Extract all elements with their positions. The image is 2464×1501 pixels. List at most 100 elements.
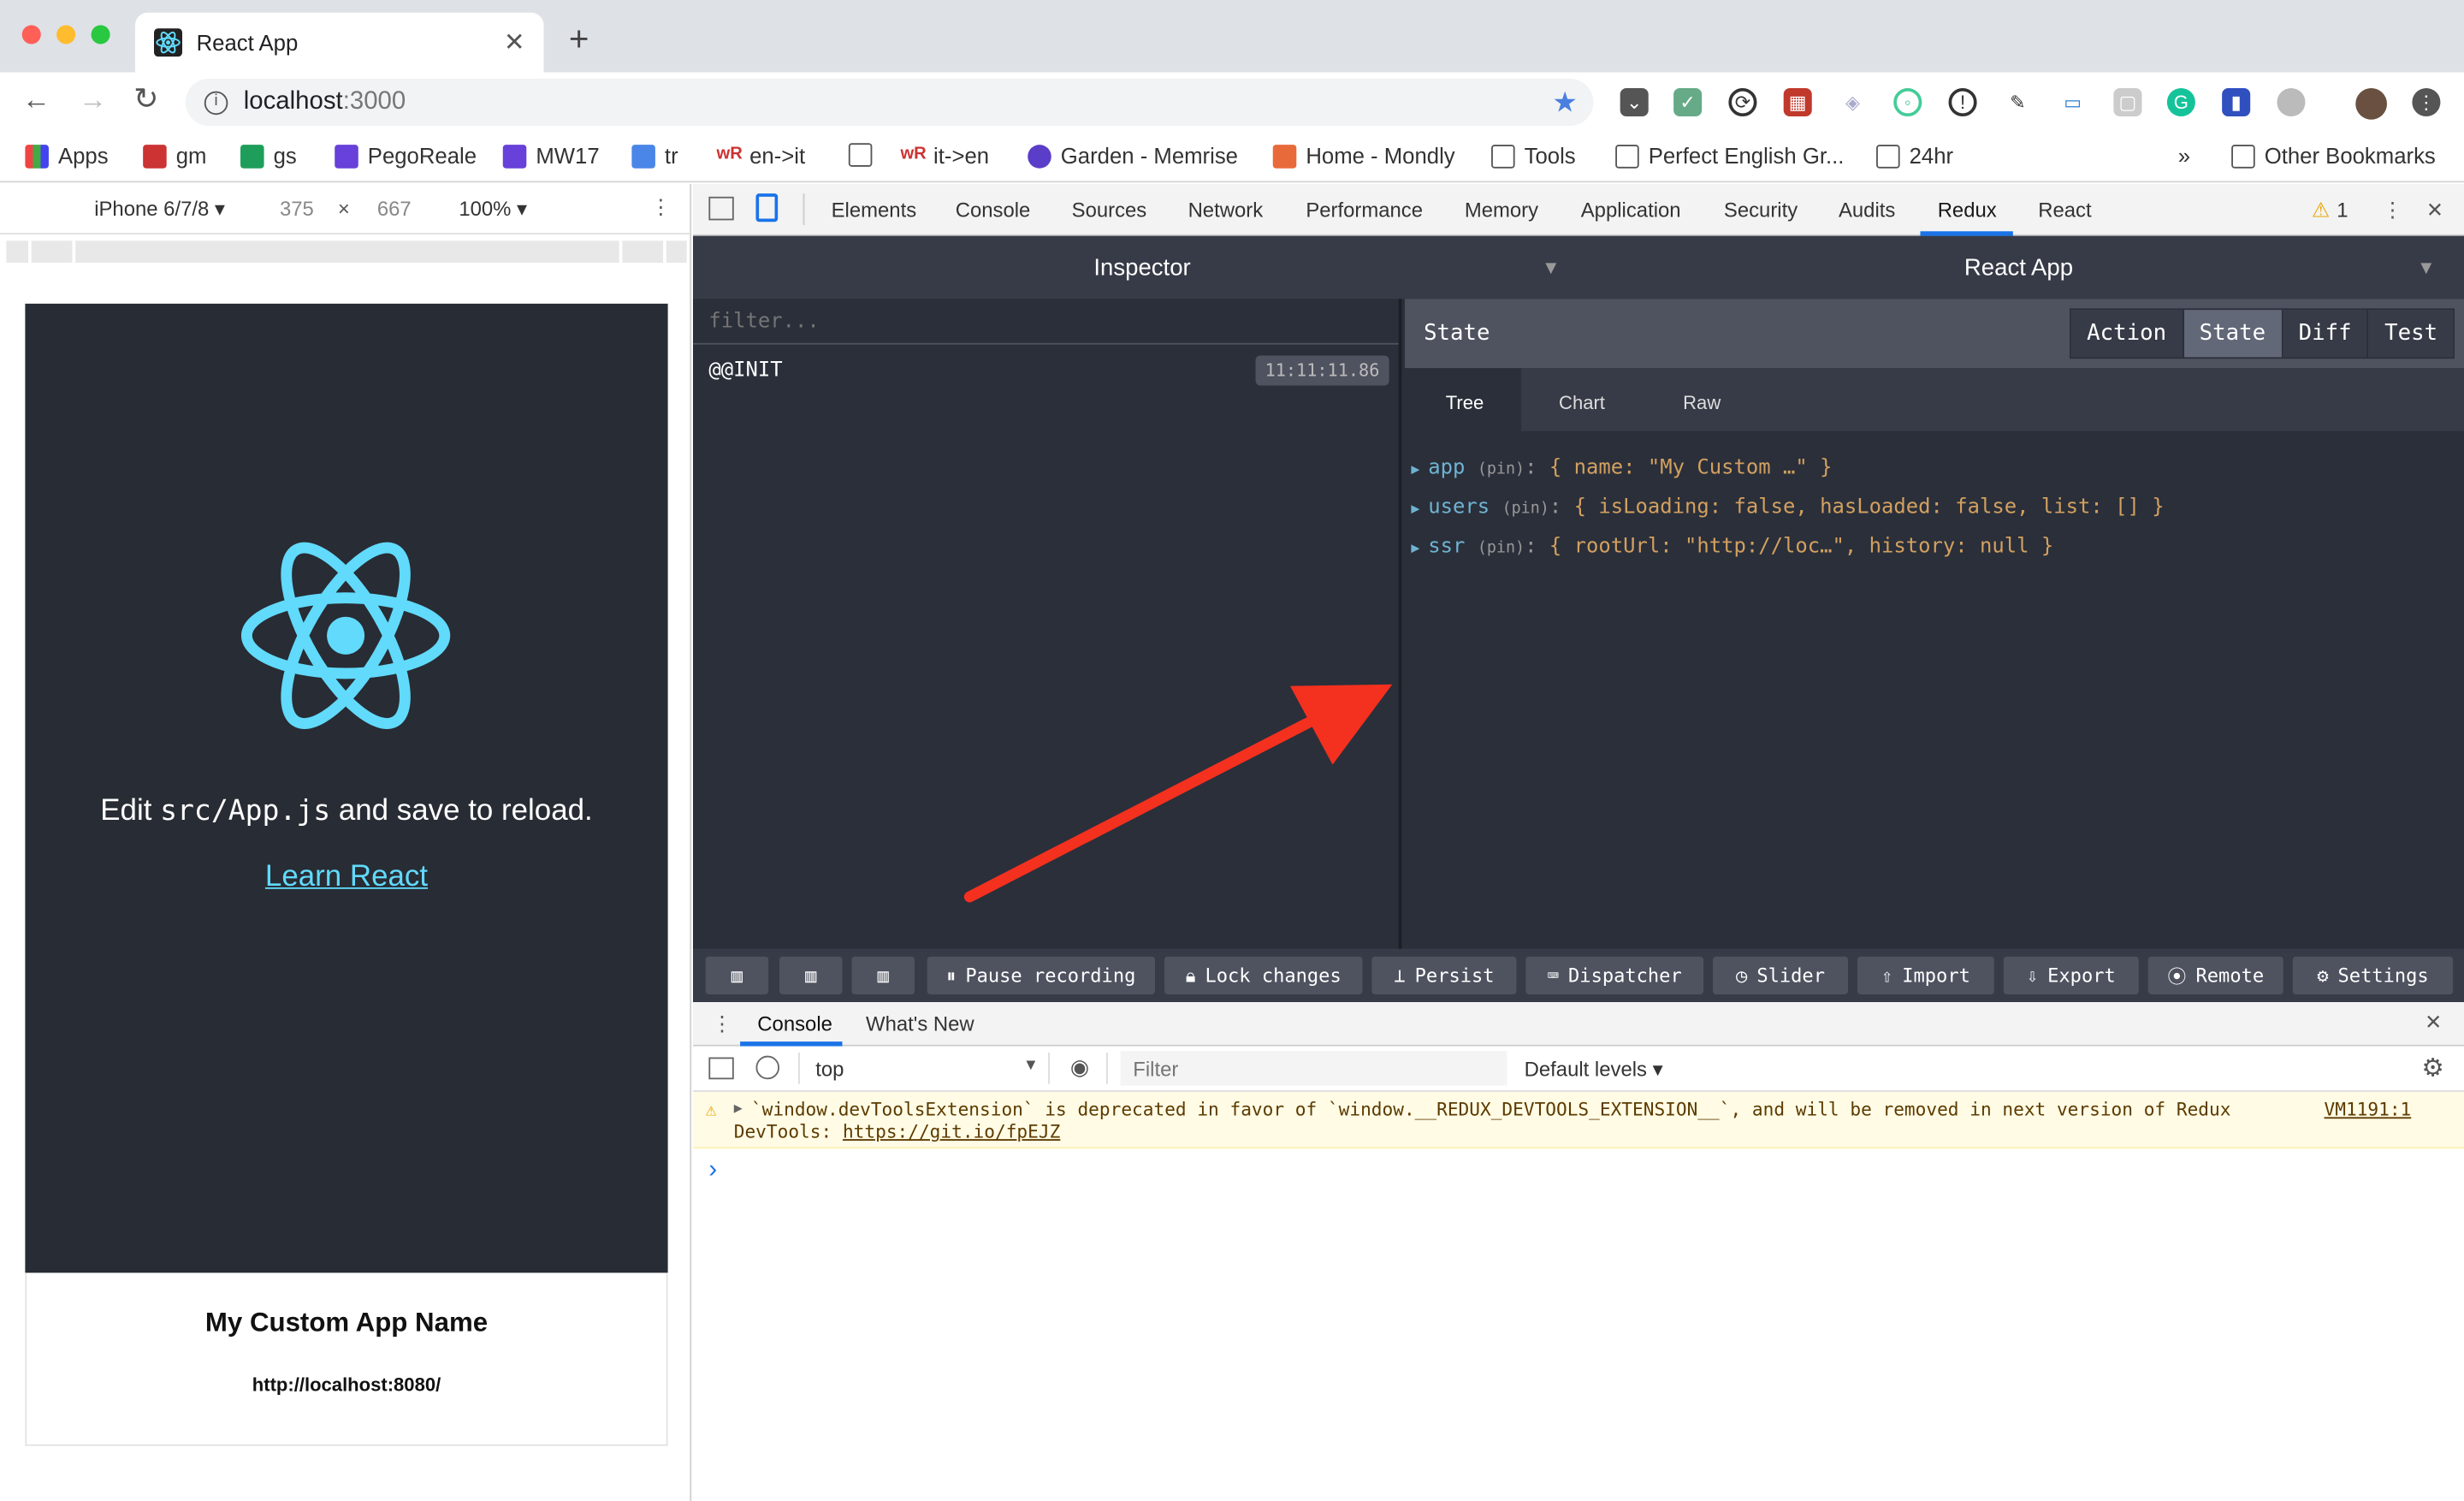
sync-extension-icon[interactable]: ⟳ bbox=[1728, 87, 1757, 117]
extension-a-icon[interactable]: ✓ bbox=[1673, 87, 1703, 117]
console-prompt[interactable]: › bbox=[708, 1156, 717, 1184]
close-devtools-icon[interactable]: ✕ bbox=[2426, 199, 2443, 223]
dock-bottom-button[interactable]: ▥ bbox=[851, 956, 915, 994]
tab-redux[interactable]: Redux bbox=[1938, 199, 1997, 222]
address-bar[interactable]: i localhost:3000 ★ bbox=[185, 78, 1594, 127]
bookmark-memrise[interactable]: Garden - Memrise bbox=[1028, 143, 1238, 169]
drawer-menu-icon[interactable]: ⋮ bbox=[712, 1012, 732, 1036]
learn-react-link[interactable]: Learn React bbox=[265, 861, 428, 894]
dock-right-button[interactable]: ▥ bbox=[779, 956, 843, 994]
tab-performance[interactable]: Performance bbox=[1306, 199, 1423, 222]
device-toolbar-icon[interactable] bbox=[755, 193, 779, 222]
devtools-menu-icon[interactable]: ⋮ bbox=[2382, 199, 2402, 223]
extension-b-icon[interactable]: ▦ bbox=[1783, 87, 1812, 117]
import-button[interactable]: ⇧ Import bbox=[1857, 956, 1994, 994]
onepassword-icon[interactable]: ! bbox=[1948, 87, 1977, 117]
sheets-icon bbox=[240, 144, 264, 168]
device-select[interactable]: iPhone 6/7/8 ▾ bbox=[94, 197, 225, 222]
drawer-tab-whats-new[interactable]: What's New bbox=[866, 1012, 974, 1035]
bookmark-blank[interactable] bbox=[848, 143, 882, 167]
new-tab-icon[interactable]: + bbox=[569, 19, 589, 60]
upload-icon: ⇧ bbox=[1881, 964, 1893, 987]
device-width-input[interactable]: 375 bbox=[280, 197, 314, 221]
tab-network[interactable]: Network bbox=[1188, 199, 1264, 222]
bookmark-mondly[interactable]: Home - Mondly bbox=[1272, 143, 1455, 169]
sidebar-toggle-icon[interactable] bbox=[708, 1057, 734, 1080]
edit-instruction: Edit src/App.js and save to reload. bbox=[100, 794, 593, 828]
eyedropper-icon[interactable]: ✎ bbox=[2003, 87, 2032, 117]
dock-left-button[interactable]: ▥ bbox=[705, 956, 769, 994]
extension-d-icon[interactable]: ▢ bbox=[2113, 87, 2142, 117]
more-bookmarks-button[interactable]: » bbox=[2178, 143, 2190, 168]
console-filter-input[interactable] bbox=[1120, 1051, 1507, 1086]
context-select[interactable]: top bbox=[815, 1058, 844, 1082]
export-button[interactable]: ⇩ Export bbox=[2003, 956, 2139, 994]
tab-console[interactable]: Console bbox=[956, 199, 1031, 222]
expand-icon[interactable]: ▶ bbox=[734, 1098, 743, 1120]
tab-application[interactable]: Application bbox=[1581, 199, 1681, 222]
devtools-tabbar: Elements Console Sources Network Perform… bbox=[692, 184, 2464, 236]
bookmark-perfect-english[interactable]: Perfect English Gr... bbox=[1615, 143, 1844, 169]
warning-icon[interactable]: ⚠ bbox=[2312, 199, 2330, 223]
remote-button[interactable]: ⦿ Remote bbox=[2147, 956, 2283, 994]
bookmark-it-en[interactable]: wR it->en bbox=[900, 143, 989, 169]
reload-icon[interactable]: ↻ bbox=[133, 82, 158, 118]
bookmark-tools-folder[interactable]: Tools bbox=[1491, 143, 1576, 169]
dropbox-icon[interactable]: ◈ bbox=[1838, 87, 1868, 117]
bookmark-24hr-folder[interactable]: 24hr bbox=[1876, 143, 1953, 169]
drawer-tab-console[interactable]: Console bbox=[757, 1012, 832, 1035]
back-icon[interactable]: ← bbox=[22, 83, 50, 116]
pause-recording-button[interactable]: ⏸ Pause recording bbox=[927, 956, 1155, 994]
folder-icon bbox=[1876, 144, 1900, 168]
bookmark-tr[interactable]: tr bbox=[631, 143, 678, 169]
warning-source-link[interactable]: VM1191:1 bbox=[2325, 1098, 2412, 1120]
console-settings-icon[interactable]: ⚙ bbox=[2421, 1053, 2443, 1084]
bookmark-star-icon[interactable]: ★ bbox=[1552, 86, 1578, 119]
tab-react[interactable]: React bbox=[2038, 199, 2091, 222]
grammarly-icon[interactable]: G bbox=[2166, 87, 2195, 117]
info-icon[interactable]: i bbox=[204, 90, 228, 115]
lock-changes-button[interactable]: 🔒︎ Lock changes bbox=[1164, 956, 1363, 994]
extension-f-icon[interactable] bbox=[2277, 87, 2306, 117]
zoom-window-button[interactable] bbox=[91, 25, 110, 44]
pocket-icon[interactable]: ⌄ bbox=[1620, 87, 1649, 117]
tab-security[interactable]: Security bbox=[1724, 199, 1798, 222]
update-menu-icon[interactable]: ⋮ bbox=[2412, 87, 2441, 117]
media-query-bar[interactable] bbox=[6, 240, 687, 264]
screen-icon[interactable]: ▭ bbox=[2058, 87, 2088, 117]
minimize-window-button[interactable] bbox=[56, 25, 76, 44]
warning-link[interactable]: https://git.io/fpEJZ bbox=[843, 1120, 1060, 1142]
other-bookmarks-folder[interactable]: Other Bookmarks bbox=[2231, 143, 2436, 169]
forward-icon[interactable]: → bbox=[79, 83, 107, 116]
dispatcher-button[interactable]: ⌨ Dispatcher bbox=[1525, 956, 1704, 994]
bookmark-gs[interactable]: gs bbox=[240, 143, 297, 169]
extension-e-icon[interactable]: ▮ bbox=[2222, 87, 2251, 117]
tab-elements[interactable]: Elements bbox=[832, 199, 917, 222]
bookmark-mw17[interactable]: MW17 bbox=[502, 143, 600, 169]
eye-icon[interactable]: ◉ bbox=[1070, 1054, 1089, 1081]
browser-tab[interactable]: React App ✕ bbox=[134, 12, 544, 73]
log-levels-select[interactable]: Default levels ▾ bbox=[1525, 1058, 1663, 1083]
avatar[interactable] bbox=[2355, 87, 2387, 120]
bookmark-apps[interactable]: Apps bbox=[25, 143, 109, 169]
device-height-input[interactable]: 667 bbox=[377, 197, 412, 221]
mondly-icon bbox=[1272, 144, 1297, 168]
context-dropdown-icon[interactable]: ▼ bbox=[1023, 1058, 1039, 1075]
tab-audits[interactable]: Audits bbox=[1839, 199, 1895, 222]
zoom-select[interactable]: 100% ▾ bbox=[459, 197, 527, 222]
extension-c-icon[interactable]: ◦ bbox=[1893, 87, 1922, 117]
device-more-icon[interactable]: ⋮ bbox=[650, 195, 671, 220]
tab-memory[interactable]: Memory bbox=[1465, 199, 1538, 222]
persist-button[interactable]: ⊥ Persist bbox=[1371, 956, 1517, 994]
close-drawer-icon[interactable]: ✕ bbox=[2425, 1010, 2442, 1035]
settings-button[interactable]: ⚙ Settings bbox=[2292, 956, 2454, 994]
slider-button[interactable]: ◷ Slider bbox=[1713, 956, 1848, 994]
bookmark-en-it[interactable]: wR en->it bbox=[716, 143, 805, 169]
close-window-button[interactable] bbox=[21, 25, 41, 44]
bookmark-gm[interactable]: gm bbox=[143, 143, 206, 169]
tab-sources[interactable]: Sources bbox=[1072, 199, 1147, 222]
inspect-element-icon[interactable] bbox=[708, 196, 734, 221]
clear-console-icon[interactable] bbox=[755, 1055, 780, 1080]
close-tab-icon[interactable]: ✕ bbox=[504, 27, 525, 58]
bookmark-pegoreale[interactable]: PegoReale bbox=[335, 143, 477, 169]
